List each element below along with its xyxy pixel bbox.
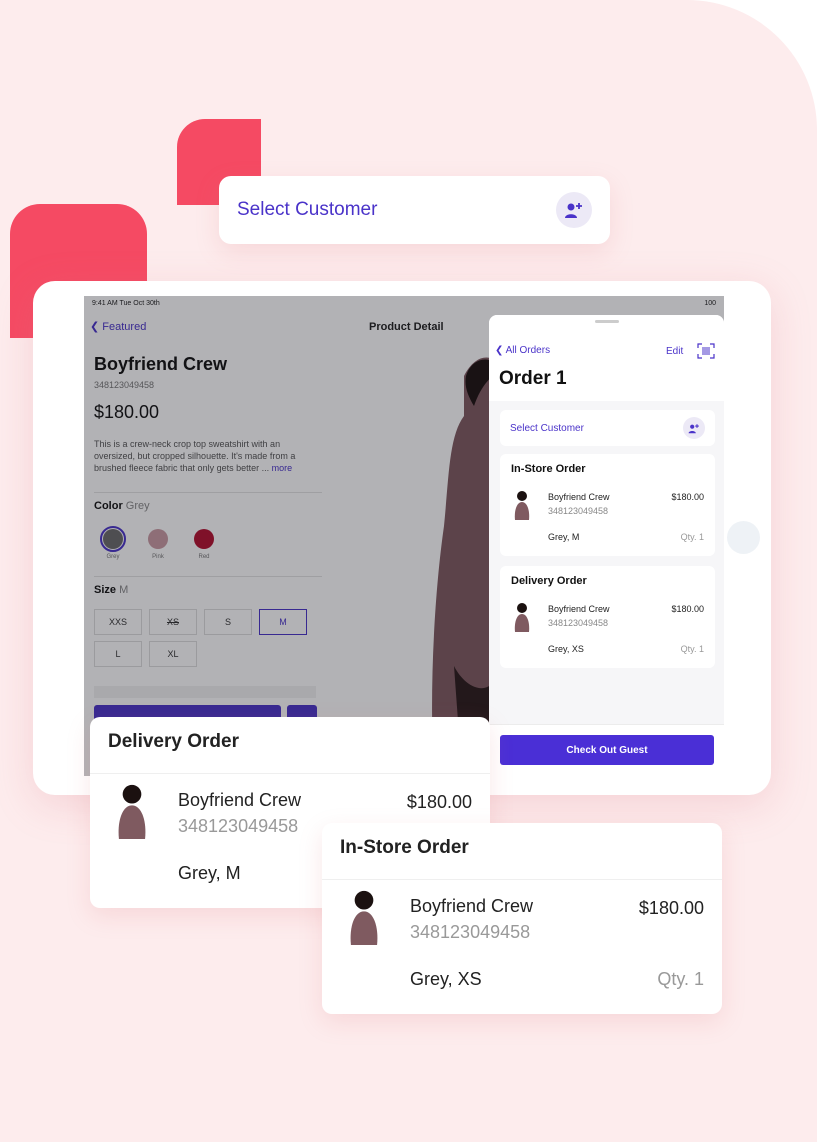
instore-order-section: In-Store Order Boyfriend Crew 3481230494… [500, 454, 715, 556]
select-customer-row[interactable]: Select Customer [500, 410, 715, 446]
product-thumbnail [514, 491, 530, 520]
divider [90, 773, 490, 774]
order-sheet: ❮ All Orders Edit Order 1 Select Custome… [489, 315, 724, 776]
order-item-variant: Grey, M [548, 532, 580, 542]
check-out-guest-button[interactable]: Check Out Guest [500, 735, 714, 765]
order-item-price: $180.00 [671, 492, 704, 502]
order-sheet-header: ❮ All Orders Edit Order 1 [489, 315, 724, 401]
add-user-button[interactable] [556, 192, 592, 228]
order-heading: Delivery Order [511, 575, 587, 587]
all-orders-button[interactable]: ❮ All Orders [495, 345, 550, 356]
all-orders-label: All Orders [505, 345, 551, 356]
divider [322, 879, 722, 880]
order-item-sku: 348123049458 [410, 922, 531, 942]
select-customer-card[interactable]: Select Customer [219, 176, 610, 244]
order-item-price: $180.00 [671, 604, 704, 614]
product-thumbnail [350, 890, 378, 945]
order-item-name: Boyfriend Crew [410, 896, 534, 916]
select-customer-label: Select Customer [237, 199, 378, 220]
chevron-left-icon: ❮ [495, 345, 504, 356]
order-item-name: Boyfriend Crew [548, 604, 610, 614]
add-user-icon [565, 203, 582, 218]
order-item-sku: 348123049458 [548, 506, 609, 516]
edit-button[interactable]: Edit [666, 346, 683, 357]
order-item-qty: Qty. 1 [680, 532, 704, 542]
barcode-scan-icon[interactable] [697, 343, 715, 359]
order-item-name: Boyfriend Crew [178, 790, 302, 810]
product-thumbnail [118, 784, 146, 839]
order-item-sku: 348123049458 [548, 618, 609, 628]
order-item-qty: Qty. 1 [657, 969, 704, 989]
order-item-name: Boyfriend Crew [548, 492, 610, 502]
sheet-grabber[interactable] [595, 320, 619, 323]
add-user-icon [688, 423, 699, 433]
order-item-qty: Qty. 1 [680, 644, 704, 654]
order-title: Order 1 [499, 368, 567, 389]
order-item-variant: Grey, M [178, 863, 241, 883]
order-item-price: $180.00 [638, 898, 704, 918]
home-button[interactable] [727, 521, 760, 554]
delivery-order-section: Delivery Order Boyfriend Crew 3481230494… [500, 566, 715, 668]
order-item-price: $180.00 [406, 792, 472, 812]
select-customer-label: Select Customer [510, 422, 584, 434]
product-thumbnail [514, 603, 530, 632]
order-heading: In-Store Order [511, 463, 586, 475]
order-heading: In-Store Order [340, 837, 469, 858]
add-user-button[interactable] [683, 417, 705, 439]
sheet-footer: Check Out Guest [489, 724, 724, 776]
instore-order-card: In-Store Order Boyfriend Crew 3481230494… [322, 823, 722, 1014]
order-heading: Delivery Order [108, 731, 239, 752]
order-item-variant: Grey, XS [410, 969, 482, 989]
order-item-sku: 348123049458 [178, 816, 299, 836]
order-item-variant: Grey, XS [548, 644, 584, 654]
tablet-screen: 9:41 AM Tue Oct 30th 100 ❮ Featured Prod… [84, 296, 724, 776]
